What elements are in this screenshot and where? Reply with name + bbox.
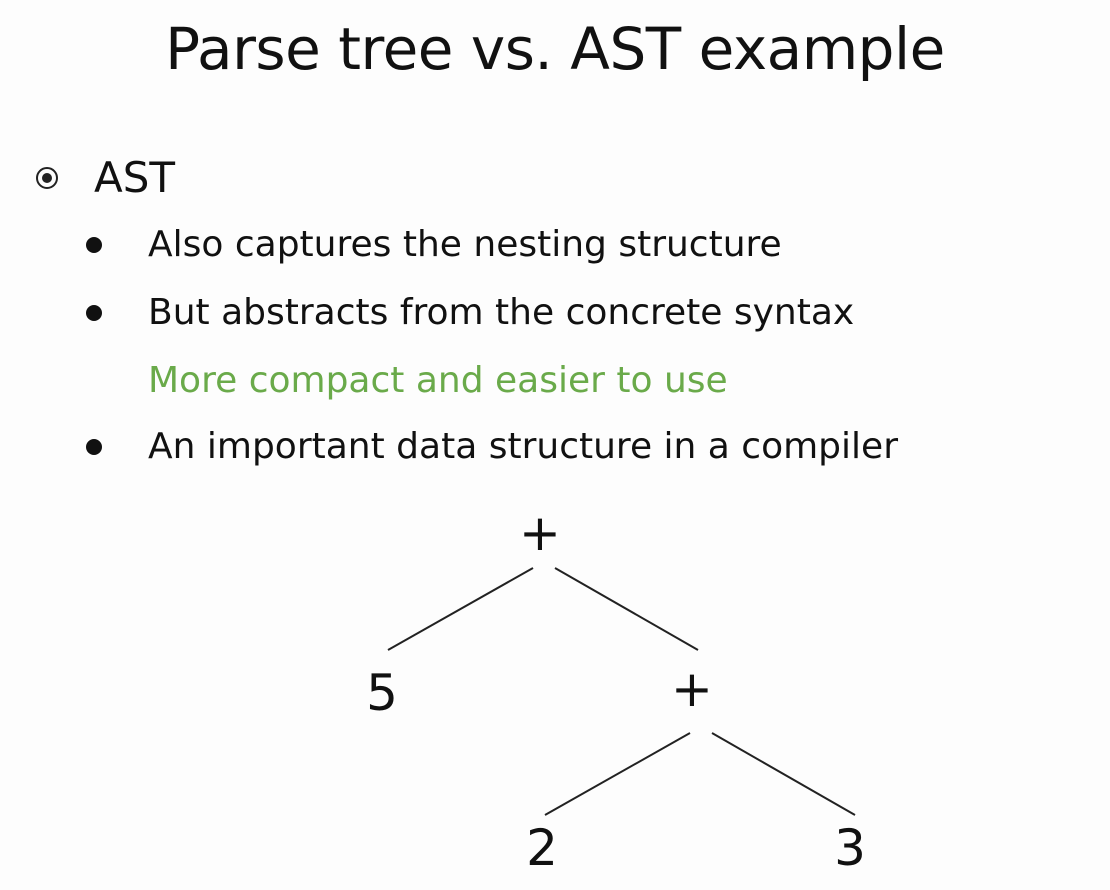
tree-node-root: + [519,504,561,562]
edge-root-left [387,567,534,651]
tree-leaf-inner-left: 2 [526,819,558,877]
slide: Parse tree vs. AST example AST Also capt… [0,0,1110,890]
edge-root-right [554,567,699,651]
tree-leaf-left: 5 [366,664,398,722]
edge-inner-right [711,732,856,816]
edge-inner-left [544,732,691,816]
ast-tree-diagram: + 5 + 2 3 [366,504,866,877]
tree-node-inner: + [671,660,713,718]
tree-leaf-inner-right: 3 [834,819,866,877]
